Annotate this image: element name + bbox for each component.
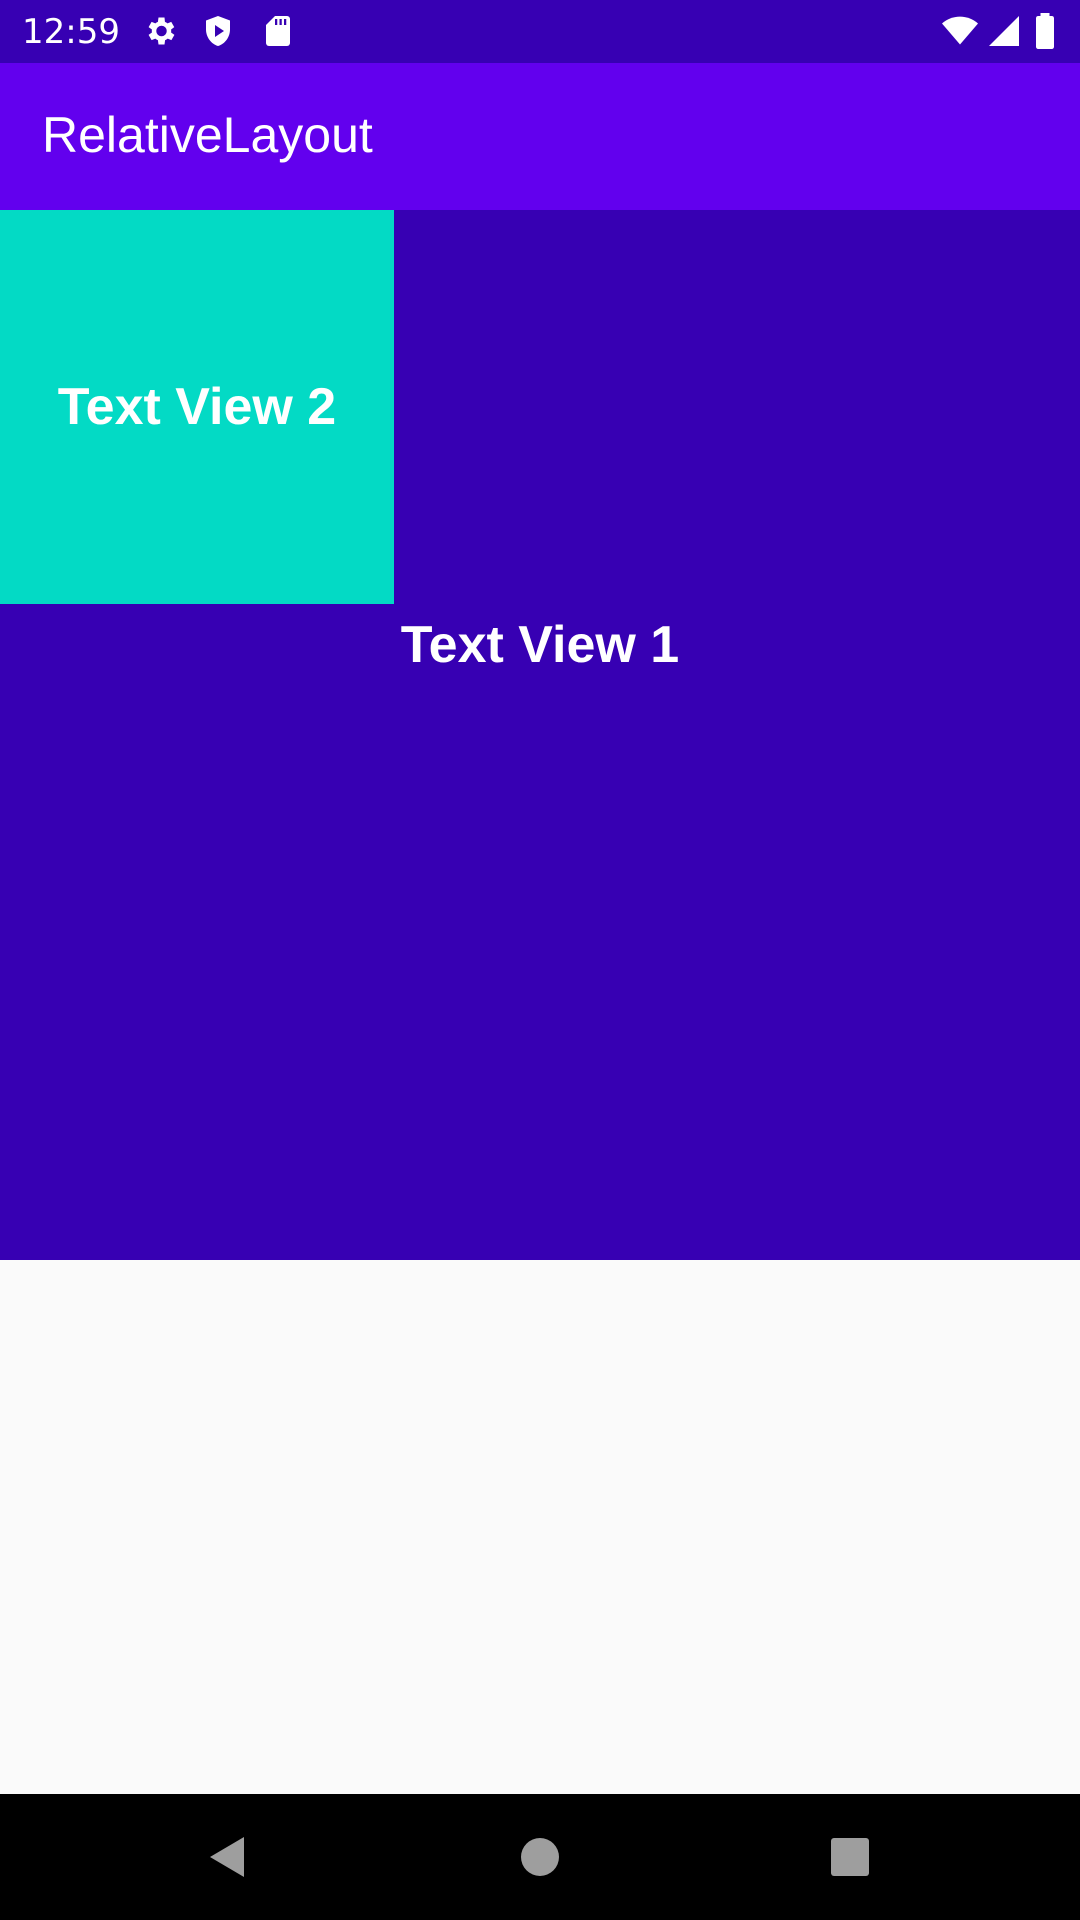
relative-layout: Text View 2 Text View 1 xyxy=(0,210,1080,1260)
back-icon[interactable] xyxy=(196,1827,256,1887)
gear-icon xyxy=(142,13,178,49)
signal-icon xyxy=(986,13,1022,49)
app-bar: RelativeLayout xyxy=(0,63,1080,210)
shield-play-icon xyxy=(200,13,236,49)
wifi-icon xyxy=(942,13,978,49)
text-view-2: Text View 2 xyxy=(0,210,394,604)
navigation-bar xyxy=(0,1794,1080,1920)
home-icon[interactable] xyxy=(510,1827,570,1887)
text-view-1: Text View 1 xyxy=(400,616,680,674)
app-title: RelativeLayout xyxy=(42,107,373,163)
status-bar: 12:59 xyxy=(0,0,1080,63)
empty-area xyxy=(0,1260,1080,1794)
battery-icon xyxy=(1030,13,1060,49)
sd-card-icon xyxy=(260,13,296,49)
recents-icon[interactable] xyxy=(820,1827,880,1887)
status-time: 12:59 xyxy=(22,12,120,52)
